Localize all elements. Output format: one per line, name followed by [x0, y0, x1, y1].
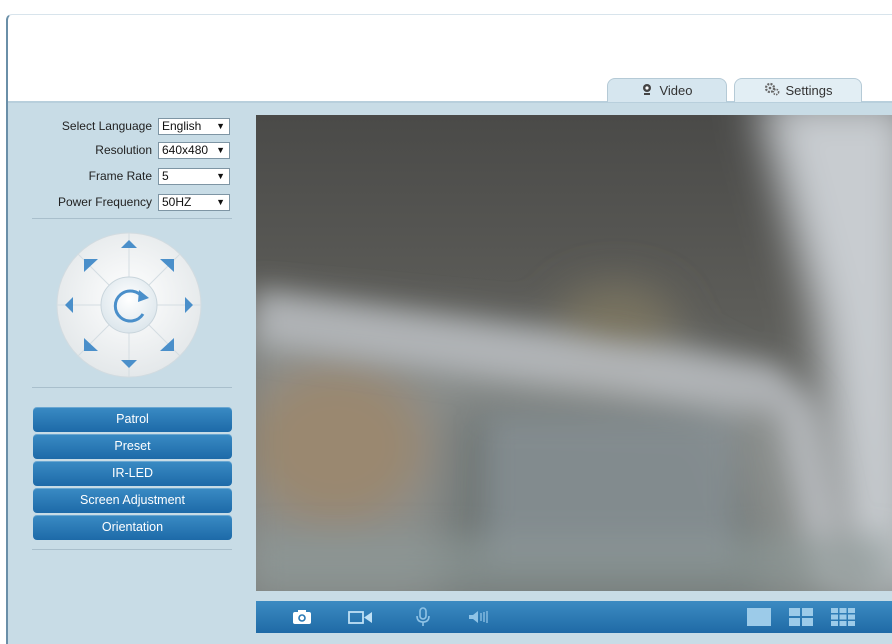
- divider: [32, 549, 232, 550]
- screen-adjustment-button[interactable]: Screen Adjustment: [33, 488, 232, 513]
- tab-video[interactable]: Video: [607, 78, 727, 102]
- language-row: Select Language English ▼: [8, 118, 248, 136]
- speaker-icon[interactable]: [466, 601, 492, 633]
- frame-rate-select[interactable]: 5 ▼: [158, 168, 230, 185]
- resolution-label: Resolution: [95, 143, 152, 157]
- camera-snapshot-icon[interactable]: [290, 601, 314, 633]
- tab-settings[interactable]: Settings: [734, 78, 862, 102]
- tab-settings-label: Settings: [785, 83, 833, 98]
- frame-rate-label: Frame Rate: [88, 169, 152, 183]
- quad-view-icon[interactable]: [786, 601, 816, 633]
- gears-icon: [764, 82, 780, 99]
- power-frequency-label: Power Frequency: [57, 195, 152, 209]
- power-frequency-select[interactable]: 50HZ ▼: [158, 194, 230, 211]
- patrol-button[interactable]: Patrol: [33, 407, 232, 432]
- chevron-down-icon: ▼: [216, 121, 225, 131]
- resolution-row: Resolution 640x480 ▼: [8, 142, 248, 160]
- nine-view-icon[interactable]: [828, 601, 858, 633]
- divider: [32, 218, 232, 219]
- language-label: Select Language: [61, 119, 152, 133]
- language-value: English: [162, 119, 202, 133]
- ptz-control: [54, 230, 204, 380]
- microphone-icon[interactable]: [412, 601, 434, 633]
- single-view-icon[interactable]: [744, 601, 774, 633]
- frame-rate-value: 5: [162, 169, 169, 183]
- video-toolbar: [256, 601, 892, 633]
- chevron-down-icon: ▼: [216, 145, 225, 155]
- frame-rate-row: Frame Rate 5 ▼: [8, 168, 248, 186]
- ir-led-button[interactable]: IR-LED: [33, 461, 232, 486]
- resolution-value: 640x480: [162, 143, 209, 157]
- power-frequency-row: Power Frequency 50HZ ▼: [8, 194, 248, 212]
- power-frequency-value: 50HZ: [162, 195, 192, 209]
- language-select[interactable]: English ▼: [158, 118, 230, 135]
- video-record-icon[interactable]: [346, 601, 376, 633]
- orientation-button[interactable]: Orientation: [33, 515, 232, 540]
- webcam-icon: [641, 83, 653, 99]
- chevron-down-icon: ▼: [216, 171, 225, 181]
- preset-button[interactable]: Preset: [33, 434, 232, 459]
- video-feed[interactable]: [256, 115, 892, 591]
- tab-video-label: Video: [659, 83, 693, 98]
- divider: [32, 387, 232, 388]
- chevron-down-icon: ▼: [216, 197, 225, 207]
- resolution-select[interactable]: 640x480 ▼: [158, 142, 230, 159]
